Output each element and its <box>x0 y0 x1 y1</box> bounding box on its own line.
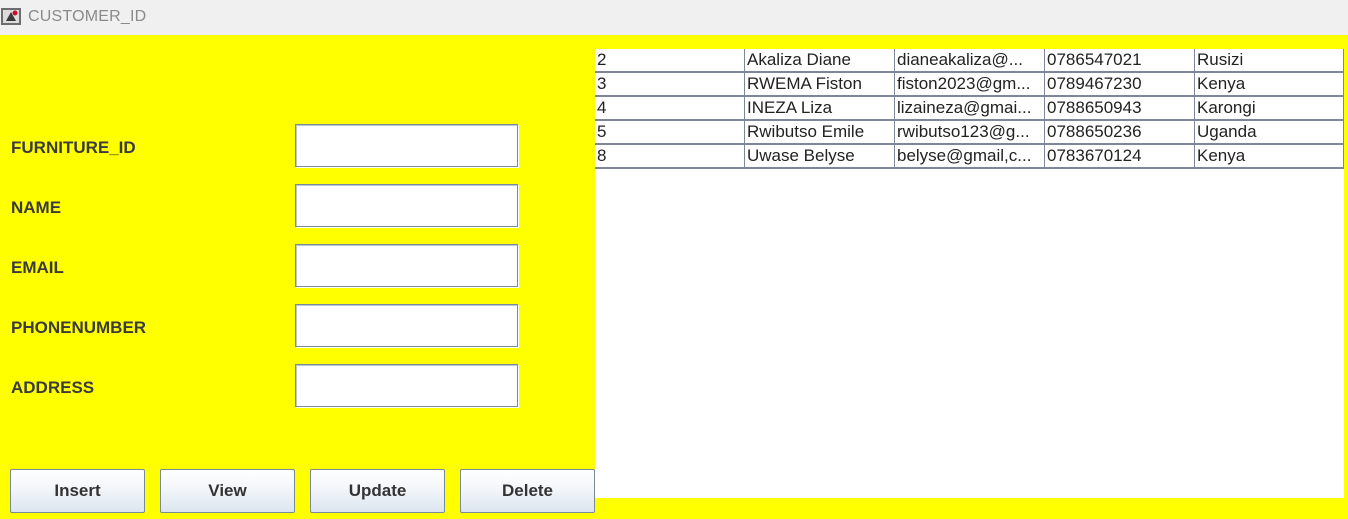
window-title: CUSTOMER_ID <box>28 8 147 25</box>
email-cell[interactable]: lizaineza@gmai... <box>895 97 1045 119</box>
phone-cell[interactable]: 0788650943 <box>1045 97 1195 119</box>
id-cell[interactable]: 8 <box>595 145 745 167</box>
table-row[interactable]: 2 Akaliza Diane dianeakaliza@... 0786547021… <box>595 49 1344 73</box>
name-cell[interactable]: RWEMA Fiston <box>745 73 895 95</box>
address-cell[interactable]: Rusizi <box>1195 49 1344 71</box>
insert-button[interactable]: Insert <box>10 469 145 513</box>
email-cell[interactable]: rwibutso123@g... <box>895 121 1045 143</box>
phonenumber-label: PHONENUMBER <box>11 318 147 337</box>
email-field[interactable] <box>295 244 518 287</box>
furniture-id-field[interactable] <box>295 124 518 167</box>
id-cell[interactable]: 3 <box>595 73 745 95</box>
name-cell[interactable]: Akaliza Diane <box>745 49 895 71</box>
phonenumber-field[interactable] <box>295 304 518 347</box>
table-row[interactable]: 3 RWEMA Fiston fiston2023@gm... 0789467230 K… <box>595 73 1344 97</box>
email-label: EMAIL <box>11 258 64 277</box>
address-cell[interactable]: Uganda <box>1195 121 1344 143</box>
phone-cell[interactable]: 0786547021 <box>1045 49 1195 71</box>
name-cell[interactable]: Uwase Belyse <box>745 145 895 167</box>
phone-cell[interactable]: 0783670124 <box>1045 145 1195 167</box>
customer-table[interactable]: 2 Akaliza Diane dianeakaliza@... 0786547021… <box>595 49 1344 498</box>
name-cell[interactable]: Rwibutso Emile <box>745 121 895 143</box>
address-cell[interactable]: Karongi <box>1195 97 1344 119</box>
table-row[interactable]: 5 Rwibutso Emile rwibutso123@g... 078865023… <box>595 121 1344 145</box>
email-cell[interactable]: fiston2023@gm... <box>895 73 1045 95</box>
java-app-icon <box>0 5 22 27</box>
delete-button[interactable]: Delete <box>460 469 595 513</box>
title-bar: CUSTOMER_ID <box>0 0 1348 35</box>
phone-cell[interactable]: 0789467230 <box>1045 73 1195 95</box>
furniture-id-label: FURNITURE_ID <box>11 138 136 157</box>
id-cell[interactable]: 4 <box>595 97 745 119</box>
update-button[interactable]: Update <box>310 469 445 513</box>
name-field[interactable] <box>295 184 518 227</box>
name-label: NAME <box>11 198 62 217</box>
address-field[interactable] <box>295 364 518 407</box>
email-cell[interactable]: belyse@gmail,c... <box>895 145 1045 167</box>
view-button[interactable]: View <box>160 469 295 513</box>
address-cell[interactable]: Kenya <box>1195 73 1344 95</box>
phone-cell[interactable]: 0788650236 <box>1045 121 1195 143</box>
id-cell[interactable]: 2 <box>595 49 745 71</box>
address-cell[interactable]: Kenya <box>1195 145 1344 167</box>
address-label: ADDRESS <box>11 378 95 397</box>
table-row[interactable]: 4 INEZA Liza lizaineza@gmai... 0788650943 Ka… <box>595 97 1344 121</box>
email-cell[interactable]: dianeakaliza@... <box>895 49 1045 71</box>
table-row[interactable]: 8 Uwase Belyse belyse@gmail,c... 0783670124… <box>595 145 1344 169</box>
id-cell[interactable]: 5 <box>595 121 745 143</box>
name-cell[interactable]: INEZA Liza <box>745 97 895 119</box>
